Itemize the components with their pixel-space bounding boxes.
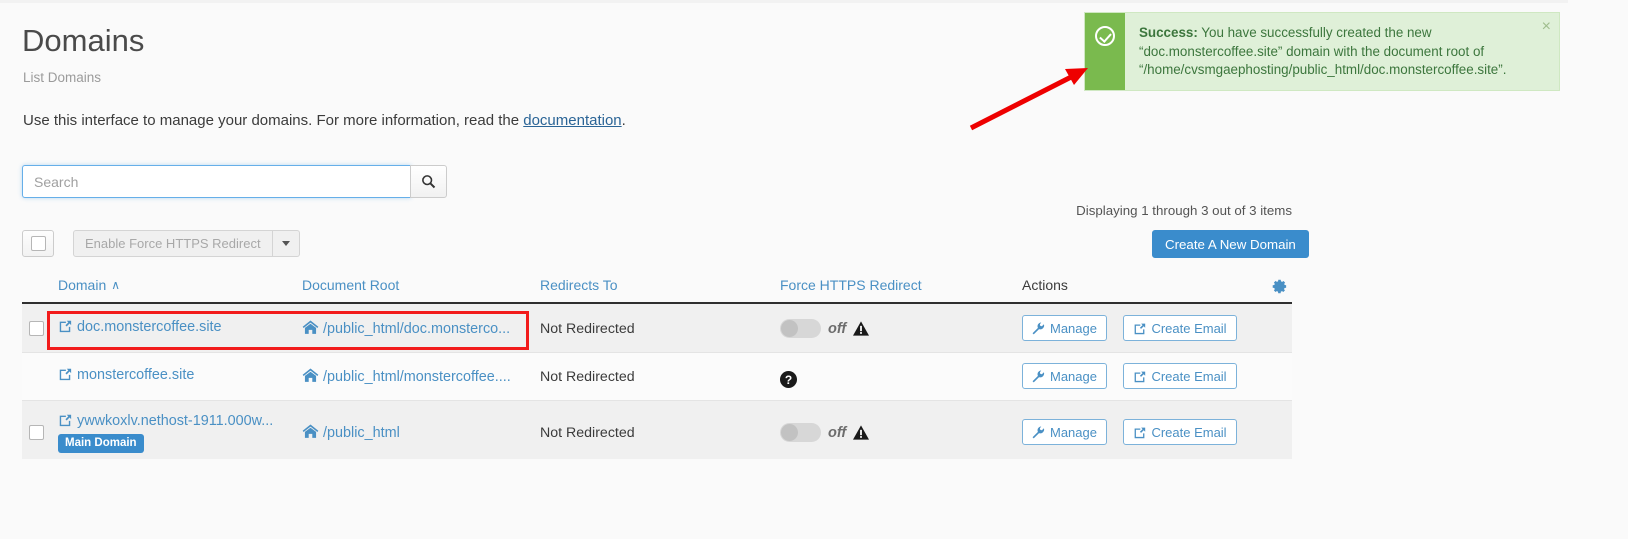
external-link-icon — [1135, 323, 1146, 334]
domain-link-2[interactable]: monstercoffee.site — [77, 367, 194, 383]
row-checkbox-1[interactable] — [29, 321, 44, 341]
sort-asc-icon: ∧ — [111, 278, 121, 292]
table-settings-button[interactable] — [1271, 278, 1288, 300]
bulk-action-group: Enable Force HTTPS Redirect — [73, 230, 300, 257]
external-link-icon — [59, 414, 72, 427]
column-header-redirects-to[interactable]: Redirects To — [540, 277, 618, 293]
select-all-checkbox[interactable] — [22, 230, 54, 257]
wrench-icon — [1032, 369, 1045, 382]
column-header-force-https[interactable]: Force HTTPS Redirect — [780, 277, 922, 293]
column-header-document-root[interactable]: Document Root — [302, 277, 399, 293]
row-https-1: off — [780, 319, 870, 338]
manage-button-3[interactable]: Manage — [1022, 419, 1107, 445]
documentation-link[interactable]: documentation — [523, 112, 621, 129]
create-email-button-1[interactable]: Create Email — [1123, 315, 1237, 341]
docroot-link-1[interactable]: /public_html/doc.monsterco... — [323, 321, 510, 337]
manage-button-label-3: Manage — [1050, 424, 1097, 440]
main-domain-badge: Main Domain — [58, 434, 144, 453]
external-link-icon — [1135, 427, 1146, 438]
page-root: Domains List Domains Use this interface … — [0, 0, 1568, 539]
external-link-icon — [1135, 371, 1146, 382]
success-alert: Success: You have successfully created t… — [1084, 12, 1560, 91]
manage-button-label-2: Manage — [1050, 368, 1097, 384]
row-actions-1: Manage Create Email — [1022, 315, 1237, 341]
page-title: Domains — [22, 23, 145, 58]
row-domain-2: monstercoffee.site — [58, 367, 194, 383]
alert-icon-column — [1085, 13, 1125, 90]
home-icon — [302, 320, 319, 334]
search-bar — [22, 165, 447, 198]
row-docroot-1: /public_html/doc.monsterco... — [302, 319, 510, 337]
wrench-icon — [1032, 321, 1045, 334]
external-link-icon — [59, 320, 72, 333]
row-redirects-2: Not Redirected — [540, 369, 635, 385]
warning-triangle-icon — [853, 321, 870, 336]
chevron-down-icon — [281, 241, 290, 246]
docroot-link-3[interactable]: /public_html — [323, 425, 400, 441]
warning-triangle-icon — [853, 425, 870, 440]
alert-message: Success: You have successfully created t… — [1125, 13, 1559, 90]
manage-button-label-1: Manage — [1050, 320, 1097, 336]
gear-icon — [1272, 279, 1287, 294]
check-circle-icon — [1095, 26, 1115, 46]
row-checkbox-3[interactable] — [29, 425, 44, 445]
row-https-2: ? — [780, 371, 797, 388]
create-email-button-label-1: Create Email — [1151, 320, 1227, 336]
row-docroot-3: /public_html — [302, 423, 400, 441]
domains-table: Domain ∧ Document Root Redirects To Force… — [22, 271, 1292, 459]
create-email-button-label-3: Create Email — [1151, 424, 1227, 440]
right-gutter — [1568, 0, 1628, 539]
search-input[interactable] — [22, 165, 411, 198]
docroot-link-2[interactable]: /public_html/monstercoffee.... — [323, 369, 511, 385]
home-icon — [302, 424, 319, 438]
create-email-button-label-2: Create Email — [1151, 368, 1227, 384]
page-subtitle: List Domains — [23, 70, 102, 85]
intro-text-before: Use this interface to manage your domain… — [23, 112, 524, 129]
alert-label: Success: — [1139, 25, 1198, 40]
external-link-icon — [59, 368, 72, 381]
annotation-arrow — [969, 68, 1088, 131]
force-https-toggle-3[interactable] — [780, 423, 821, 442]
table-header-row: Domain ∧ Document Root Redirects To Force… — [22, 271, 1292, 304]
column-header-domain[interactable]: Domain ∧ — [58, 277, 120, 293]
column-header-actions: Actions — [1022, 277, 1068, 293]
row-actions-2: Manage Create Email — [1022, 363, 1237, 389]
force-https-state-3: off — [828, 424, 847, 441]
row-domain-1: doc.monstercoffee.site — [58, 319, 222, 335]
search-button[interactable] — [410, 165, 447, 198]
manage-button-2[interactable]: Manage — [1022, 363, 1107, 389]
checkbox-icon — [30, 236, 46, 251]
column-header-domain-label: Domain — [58, 277, 107, 293]
search-icon — [422, 175, 436, 189]
intro-text-after: . — [621, 112, 626, 129]
row-domain-3: ywwkoxlv.nethost-1911.000w... Main Domai… — [58, 413, 273, 453]
close-icon[interactable]: × — [1542, 19, 1551, 35]
create-email-button-2[interactable]: Create Email — [1123, 363, 1237, 389]
table-row: monstercoffee.site /public_html/monsterc… — [22, 353, 1292, 401]
home-icon — [302, 368, 319, 382]
wrench-icon — [1032, 425, 1045, 438]
row-redirects-1: Not Redirected — [540, 321, 635, 337]
intro-text: Use this interface to manage your domain… — [23, 112, 626, 129]
displaying-count: Displaying 1 through 3 out of 3 items — [1076, 203, 1292, 218]
row-redirects-3: Not Redirected — [540, 425, 635, 441]
force-https-state-1: off — [828, 320, 847, 337]
manage-button-1[interactable]: Manage — [1022, 315, 1107, 341]
force-https-toggle-1[interactable] — [780, 319, 821, 338]
create-new-domain-button[interactable]: Create A New Domain — [1152, 230, 1309, 258]
checkbox-icon — [29, 321, 44, 336]
bulk-action-button[interactable]: Enable Force HTTPS Redirect — [73, 230, 273, 257]
row-https-3: off — [780, 423, 870, 442]
checkbox-icon — [29, 425, 44, 440]
table-row: doc.monstercoffee.site /public_html/doc.… — [22, 304, 1292, 353]
top-strip — [0, 0, 1568, 3]
domain-link-3[interactable]: ywwkoxlv.nethost-1911.000w... — [77, 413, 273, 429]
create-email-button-3[interactable]: Create Email — [1123, 419, 1237, 445]
row-actions-3: Manage Create Email — [1022, 419, 1237, 445]
row-docroot-2: /public_html/monstercoffee.... — [302, 367, 511, 385]
bulk-action-dropdown-button[interactable] — [272, 230, 300, 257]
question-circle-icon[interactable]: ? — [780, 371, 797, 388]
domain-link-1[interactable]: doc.monstercoffee.site — [77, 319, 222, 335]
table-row: ywwkoxlv.nethost-1911.000w... Main Domai… — [22, 401, 1292, 459]
